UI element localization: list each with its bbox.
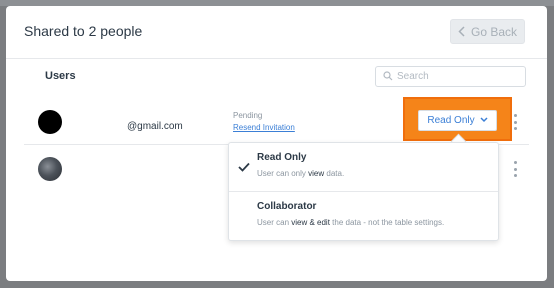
avatar (38, 157, 62, 181)
chevron-left-icon (458, 26, 465, 37)
checkmark-icon (238, 159, 250, 177)
modal-title: Shared to 2 people (24, 23, 143, 39)
chevron-down-icon (480, 115, 488, 126)
row-menu-icon[interactable] (513, 114, 517, 130)
resend-invitation-link[interactable]: Resend Invitation (233, 123, 295, 132)
role-dropdown-button[interactable]: Read Only (418, 110, 497, 131)
search-input[interactable] (397, 71, 517, 82)
option-description: User can view & edit the data - not the … (257, 218, 445, 227)
status-label: Pending (233, 111, 263, 120)
go-back-label: Go Back (470, 24, 518, 39)
role-option-collaborator[interactable]: Collaborator User can view & edit the da… (229, 192, 498, 240)
option-title: Collaborator (257, 201, 317, 212)
header-divider (6, 58, 547, 59)
avatar (38, 110, 62, 134)
option-description: User can only view data. (257, 169, 345, 178)
option-title: Read Only (257, 152, 307, 163)
row-menu-icon[interactable] (513, 161, 517, 177)
role-label: Read Only (427, 115, 475, 126)
search-field[interactable] (375, 66, 526, 87)
role-dropdown-menu: Read Only User can only view data. Colla… (228, 142, 499, 241)
user-email: @gmail.com (127, 121, 183, 132)
users-header: Users (45, 70, 76, 82)
share-modal: Shared to 2 people Go Back Users @gmail.… (6, 6, 547, 281)
role-option-read-only[interactable]: Read Only User can only view data. (229, 143, 498, 191)
search-icon (383, 68, 393, 86)
go-back-button[interactable]: Go Back (450, 19, 525, 44)
